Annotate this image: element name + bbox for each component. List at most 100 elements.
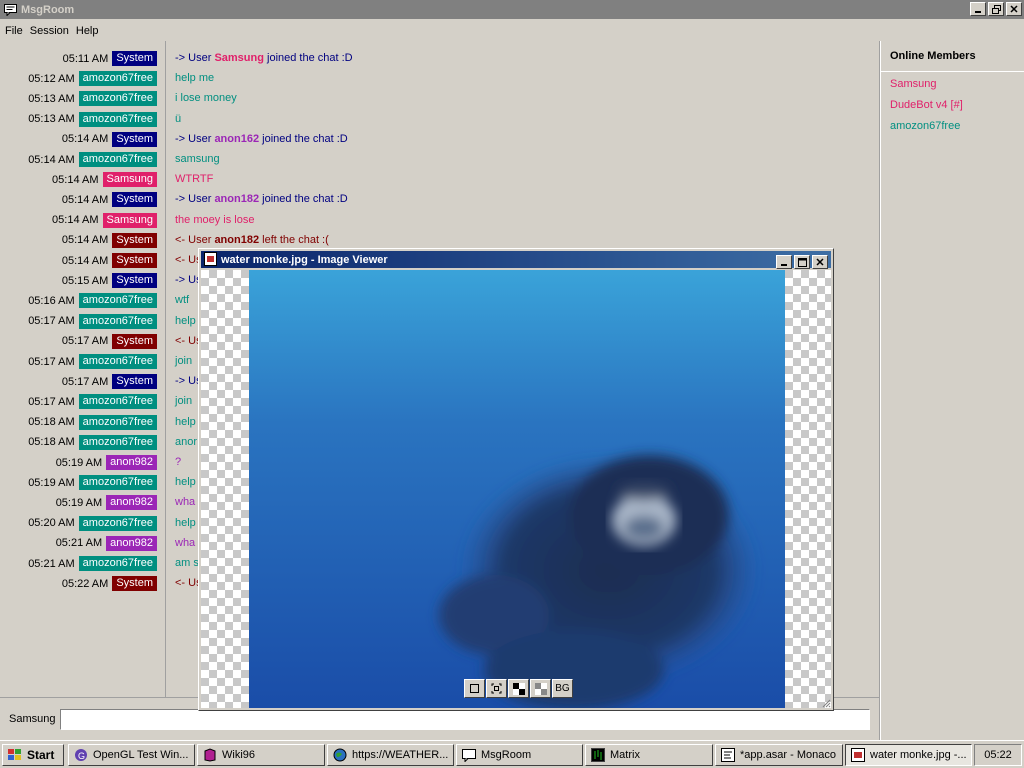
message-username[interactable]: anon162 — [214, 133, 259, 145]
clock[interactable]: 05:22 — [984, 749, 1012, 761]
user-badge[interactable]: System — [112, 273, 157, 289]
checker-dark-icon[interactable] — [508, 679, 529, 698]
message-username[interactable]: anon182 — [214, 234, 259, 246]
member-item[interactable]: Samsung — [890, 78, 936, 90]
message-timestamp: 05:11 AM — [62, 52, 109, 65]
user-badge[interactable]: System — [112, 51, 157, 66]
taskbar-button[interactable]: Wiki96 — [197, 744, 325, 766]
message-text: help me — [175, 72, 215, 85]
image-viewer-toolbar: BG — [464, 679, 573, 698]
message-text: wha — [175, 496, 196, 509]
message-text: wha — [175, 536, 196, 549]
message-meta: 05:20 AM amozon67free — [28, 515, 157, 531]
message-timestamp: 05:17 AM — [28, 315, 75, 328]
menu-session[interactable]: Session — [27, 25, 72, 37]
resize-grip-icon[interactable] — [821, 698, 831, 708]
image-canvas[interactable]: BG — [201, 270, 831, 708]
message-timestamp: 05:15 AM — [61, 274, 109, 287]
message-meta: 05:18 AM amozon67free — [28, 434, 157, 450]
message-timestamp: 05:14 AM — [28, 153, 75, 166]
user-badge[interactable]: System — [112, 253, 157, 268]
message-input[interactable] — [60, 709, 870, 730]
chat-icon — [3, 3, 17, 17]
user-badge[interactable]: System — [112, 576, 157, 592]
message-meta: 05:17 AM System — [62, 333, 157, 349]
member-item[interactable]: DudeBot v4 [#] — [890, 99, 963, 111]
user-badge[interactable]: amozon67free — [78, 354, 157, 369]
taskbar-button[interactable]: *app.asar - Monaco — [715, 744, 843, 766]
image-icon — [204, 252, 217, 266]
message-timestamp: 05:13 AM — [28, 113, 75, 126]
message-prefix: <- User — [175, 233, 215, 246]
message-timestamp: 05:17 AM — [61, 375, 109, 388]
restore-button[interactable] — [988, 2, 1004, 16]
book-icon — [202, 747, 218, 763]
chat-meta-column: 05:11 AM System 05:12 AM amozon67free 05:13 … — [0, 41, 166, 697]
message-timestamp: 05:14 AM — [61, 193, 109, 206]
user-badge[interactable]: anon982 — [106, 535, 157, 551]
user-badge[interactable]: Samsung — [102, 172, 157, 188]
message-text: <- User anon182 left the chat :( — [175, 233, 329, 248]
user-badge[interactable]: System — [112, 232, 157, 248]
user-badge[interactable]: amozon67free — [78, 91, 157, 107]
taskbar-button[interactable]: Matrix — [585, 744, 713, 766]
user-badge[interactable]: System — [112, 374, 157, 390]
message-timestamp: 05:19 AM — [55, 496, 103, 509]
message-timestamp: 05:21 AM — [55, 537, 103, 550]
user-badge[interactable]: amozon67free — [78, 71, 157, 87]
menu-file[interactable]: File — [2, 25, 26, 37]
start-button[interactable]: Start — [2, 744, 64, 766]
main-window-titlebar[interactable]: MsgRoom — [0, 0, 1024, 19]
message-timestamp: 05:17 AM — [28, 355, 75, 368]
taskbar-button[interactable]: G OpenGL Test Win... — [68, 744, 195, 766]
message-timestamp: 05:13 AM — [28, 92, 75, 105]
user-badge[interactable]: amozon67free — [78, 394, 157, 410]
taskbar-button[interactable]: https://WEATHER... — [327, 744, 454, 766]
message-timestamp: 05:14 AM — [61, 133, 109, 146]
user-badge[interactable]: amozon67free — [78, 313, 157, 329]
message-text: help — [175, 516, 196, 529]
user-badge[interactable]: amozon67free — [78, 434, 157, 450]
message-timestamp: 05:21 AM — [28, 557, 75, 570]
user-badge[interactable]: amozon67free — [78, 111, 157, 127]
message-text: the moey is lose — [175, 213, 255, 226]
message-username[interactable]: Samsung — [214, 52, 264, 64]
user-badge[interactable]: amozon67free — [78, 515, 157, 531]
message-meta: 05:14 AM Samsung — [52, 172, 157, 188]
message-username[interactable]: anon182 — [214, 193, 259, 205]
message-text: i lose money — [175, 92, 237, 105]
user-badge[interactable]: Samsung — [102, 212, 157, 228]
members-title: Online Members — [890, 50, 976, 62]
maximize-button[interactable] — [794, 255, 810, 269]
minimize-button[interactable] — [970, 2, 986, 16]
message-text: ü — [175, 112, 182, 125]
image-viewer-window[interactable]: water monke.jpg - Image Viewer BG — [198, 248, 834, 711]
close-button[interactable] — [812, 255, 828, 269]
user-badge[interactable]: System — [112, 333, 157, 349]
fit-icon[interactable] — [464, 679, 485, 698]
user-badge[interactable]: amozon67free — [78, 414, 157, 430]
user-badge[interactable]: System — [112, 192, 157, 208]
user-badge[interactable]: amozon67free — [78, 556, 157, 571]
user-badge[interactable]: amozon67free — [78, 475, 157, 491]
taskbar-button-label: OpenGL Test Win... — [93, 749, 189, 761]
taskbar-button[interactable]: MsgRoom — [456, 744, 583, 766]
taskbar-button[interactable]: water monke.jpg -... — [845, 744, 972, 766]
actual-size-icon[interactable] — [486, 679, 507, 698]
menu-help[interactable]: Help — [73, 25, 102, 37]
minimize-button[interactable] — [776, 255, 792, 269]
background-button[interactable]: BG — [552, 679, 573, 698]
message-meta: 05:12 AM amozon67free — [28, 71, 157, 87]
user-badge[interactable]: amozon67free — [78, 293, 157, 309]
member-item[interactable]: amozon67free — [890, 120, 960, 132]
message-prefix: -> User — [175, 52, 215, 64]
user-badge[interactable]: System — [112, 131, 157, 147]
taskbar-button-label: MsgRoom — [481, 749, 532, 761]
user-badge[interactable]: anon982 — [106, 495, 157, 511]
message-timestamp: 05:20 AM — [28, 517, 75, 530]
close-button[interactable] — [1006, 2, 1022, 16]
user-badge[interactable]: anon982 — [106, 455, 157, 470]
checker-light-icon[interactable] — [530, 679, 551, 698]
user-badge[interactable]: amozon67free — [78, 152, 157, 167]
image-viewer-titlebar[interactable]: water monke.jpg - Image Viewer — [201, 251, 831, 269]
